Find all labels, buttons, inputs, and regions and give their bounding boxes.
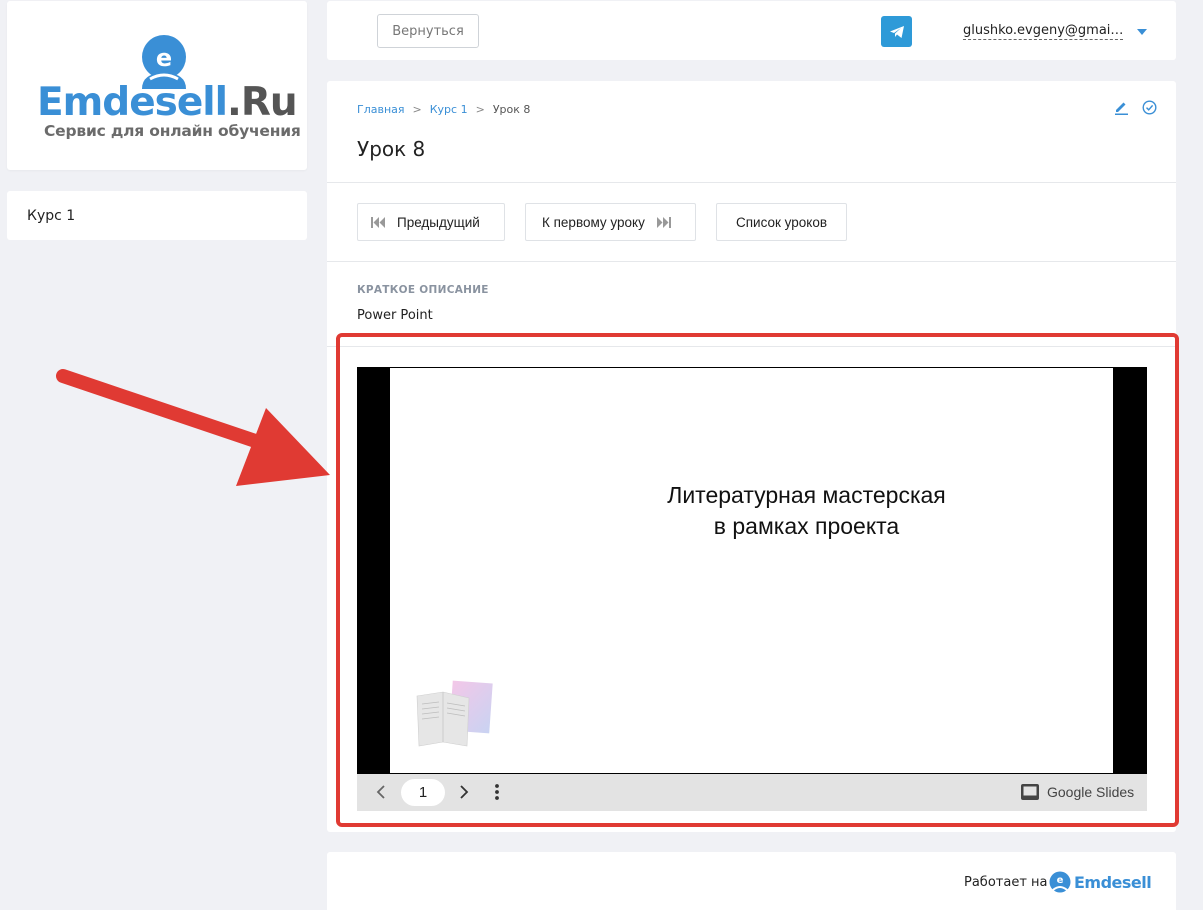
breadcrumb-current: Урок 8 — [492, 103, 531, 116]
pencil-icon[interactable] — [1113, 99, 1129, 115]
svg-text:e: e — [1057, 875, 1064, 886]
emdesell-logo-icon: e — [1049, 871, 1071, 893]
logo-title: Emdesell.Ru — [37, 80, 298, 125]
telegram-icon — [889, 25, 904, 38]
previous-lesson-label: Предыдущий — [397, 214, 480, 230]
chevron-down-icon[interactable] — [1137, 29, 1147, 35]
breadcrumb-course[interactable]: Курс 1 — [430, 103, 468, 116]
sidebar-item-course-1[interactable]: Курс 1 — [7, 191, 307, 240]
logo-subtitle: Сервис для онлайн обучения — [44, 122, 301, 140]
powered-by-logo[interactable]: e Emdesell — [1049, 871, 1152, 893]
skip-back-icon — [371, 216, 385, 228]
logo-card[interactable]: e Emdesell.Ru Сервис для онлайн обучения — [7, 1, 307, 170]
annotation-highlight-box — [336, 333, 1179, 827]
description-value: Power Point — [357, 308, 433, 323]
divider — [327, 182, 1176, 183]
breadcrumb: Главная > Курс 1 > Урок 8 — [357, 103, 530, 116]
footer: Работает на e Emdesell — [327, 852, 1176, 910]
skip-forward-icon — [656, 216, 671, 228]
first-lesson-button[interactable]: К первому уроку — [525, 203, 696, 241]
first-lesson-label: К первому уроку — [542, 214, 645, 230]
description-label: КРАТКОЕ ОПИСАНИЕ — [357, 284, 489, 296]
telegram-button[interactable] — [881, 16, 912, 47]
sidebar-item-label: Курс 1 — [27, 208, 76, 224]
back-button[interactable]: Вернуться — [377, 14, 479, 48]
lesson-list-button[interactable]: Список уроков — [716, 203, 847, 241]
breadcrumb-separator: > — [412, 103, 422, 116]
page-title: Урок 8 — [357, 137, 426, 161]
top-header: Вернуться glushko.evgeny@gmai… — [327, 1, 1176, 60]
breadcrumb-separator: > — [475, 103, 485, 116]
check-circle-icon[interactable] — [1142, 100, 1157, 115]
svg-text:e: e — [156, 44, 172, 72]
powered-by-brand: Emdesell — [1074, 872, 1152, 892]
previous-lesson-button[interactable]: Предыдущий — [357, 203, 505, 241]
user-menu[interactable]: glushko.evgeny@gmai… — [963, 23, 1124, 40]
powered-by-label: Работает на — [964, 875, 1048, 890]
breadcrumb-home[interactable]: Главная — [357, 103, 405, 116]
divider — [327, 261, 1176, 262]
